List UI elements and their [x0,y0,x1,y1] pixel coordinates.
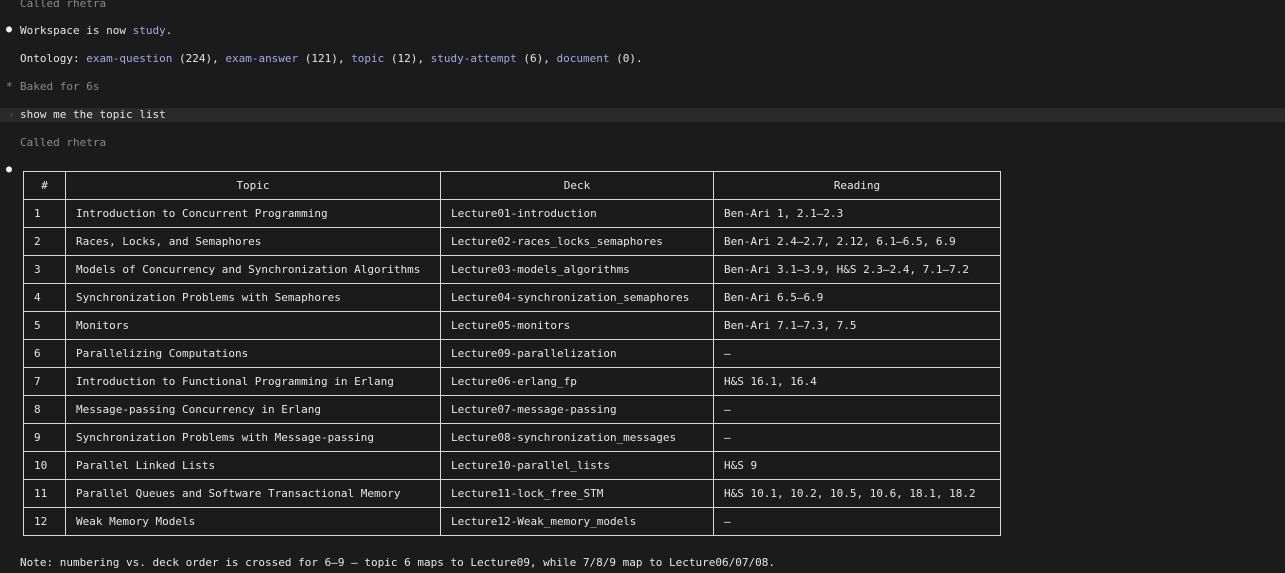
cell-topic: Monitors [66,312,441,340]
ontology-type-count: (12) [384,52,418,65]
table-row: 6 Parallelizing Computations Lecture09-par… [24,340,1000,368]
tool-call-status: Called rhetra [20,136,107,149]
ontology-separator: , [543,52,557,65]
ontology-separator: . [636,52,643,65]
ontology-separator: , [417,52,431,65]
workspace-link[interactable]: study [133,24,166,37]
table-row: 10 Parallel Linked Lists Lecture10-paralle… [24,452,1000,480]
workspace-message: Workspace is now study. [20,24,172,38]
table-row: 2 Races, Locks, and Semaphores Lecture02-r… [24,228,1000,256]
cell-topic: Synchronization Problems with Semaphores [66,284,441,312]
cell-deck: Lecture09-parallelization [441,340,714,368]
workspace-prefix: Workspace is now [20,24,133,37]
cell-deck: Lecture11-lock_free_STM [441,480,714,508]
cell-deck: Lecture06-erlang_fp [441,368,714,396]
table-row: 12 Weak Memory Models Lecture12-Weak_memor… [24,508,1000,535]
cell-number: 4 [24,284,66,312]
cell-topic: Message-passing Concurrency in Erlang [66,396,441,424]
table-row: 7 Introduction to Functional Programming … [24,368,1000,396]
table-row: 3 Models of Concurrency and Synchronizati… [24,256,1000,284]
cell-deck: Lecture05-monitors [441,312,714,340]
cell-number: 5 [24,312,66,340]
cell-topic: Introduction to Concurrent Programming [66,200,441,228]
cell-deck: Lecture04-synchronization_semaphores [441,284,714,312]
table-row: 4 Synchronization Problems with Semaphore… [24,284,1000,312]
cell-reading: H&S 10.1, 10.2, 10.5, 10.6, 18.1, 18.2 [714,480,1000,508]
ontology-type-count: (224) [172,52,213,65]
cell-deck: Lecture10-parallel_lists [441,452,714,480]
table-row: 1 Introduction to Concurrent Programming L… [24,200,1000,228]
table-row: 9 Synchronization Problems with Message-p… [24,424,1000,452]
note-text: Note: numbering vs. deck order is crosse… [20,556,775,569]
workspace-suffix: . [165,24,173,37]
cell-reading: Ben-Ari 1, 2.1–2.3 [714,200,1000,228]
cell-reading: — [714,340,1000,368]
cell-reading: Ben-Ari 2.4–2.7, 2.12, 6.1–6.5, 6.9 [714,228,1000,256]
ontology-type-link[interactable]: topic [351,52,384,65]
ontology-separator: , [337,52,352,65]
cell-number: 3 [24,256,66,284]
column-header-number: # [24,172,66,200]
column-header-deck: Deck [441,172,714,200]
cell-deck: Lecture08-synchronization_messages [441,424,714,452]
cell-topic: Synchronization Problems with Message-pa… [66,424,441,452]
cell-reading: — [714,396,1000,424]
ontology-type-link[interactable]: study-attempt [431,52,517,65]
topic-table: # Topic Deck Reading 1 Introduction to Co… [23,171,1001,536]
column-header-topic: Topic [66,172,441,200]
ontology-list: exam-question (224), exam-answer (121), … [86,52,642,65]
cell-reading: Ben-Ari 3.1–3.9, H&S 2.3–2.4, 7.1–7.2 [714,256,1000,284]
cell-reading: H&S 16.1, 16.4 [714,368,1000,396]
cell-reading: H&S 9 [714,452,1000,480]
tool-call-status: Called rhetra [20,0,107,10]
table-row: 8 Message-passing Concurrency in Erlang Le… [24,396,1000,424]
user-prompt: show me the topic list [20,108,166,121]
cell-number: 12 [24,508,66,535]
column-header-reading: Reading [714,172,1000,200]
ontology-message: Ontology: exam-question (224), exam-answ… [20,52,643,66]
cell-deck: Lecture02-races_locks_semaphores [441,228,714,256]
table-row: 11 Parallel Queues and Software Transacti… [24,480,1000,508]
ontology-type-link[interactable]: exam-question [86,52,172,65]
asterisk-icon: * [6,80,13,93]
cell-topic: Parallel Linked Lists [66,452,441,480]
cell-number: 8 [24,396,66,424]
table-header-row: # Topic Deck Reading [24,172,1000,200]
table-row: 5 Monitors Lecture05-monitors Ben-Ari 7.1–7… [24,312,1000,340]
cell-deck: Lecture03-models_algorithms [441,256,714,284]
cell-number: 9 [24,424,66,452]
user-prompt-row [0,108,1285,122]
cell-deck: Lecture12-Weak_memory_models [441,508,714,535]
cell-reading: — [724,515,731,528]
cell-reading: — [714,424,1000,452]
ontology-type-link[interactable]: exam-answer [225,52,298,65]
ontology-type-count: (6) [516,52,544,65]
prompt-caret-icon: › [8,108,15,121]
cell-topic: Introduction to Functional Programming i… [66,368,441,396]
baked-status: Baked for 6s [20,80,100,93]
ontology-label: Ontology: [20,52,87,65]
message-bullet: ● [6,164,13,175]
cell-number: 10 [24,452,66,480]
cell-number: 7 [24,368,66,396]
cell-deck: Lecture07-message-passing [441,396,714,424]
cell-topic: Races, Locks, and Semaphores [66,228,441,256]
cell-reading: Ben-Ari 6.5–6.9 [714,284,1000,312]
ontology-type-link[interactable]: document [557,52,610,65]
cell-number: 2 [24,228,66,256]
ontology-type-count: (121) [298,52,338,65]
cell-topic: Models of Concurrency and Synchronizatio… [66,256,441,284]
cell-number: 1 [24,200,66,228]
ontology-type-count: (0) [609,52,637,65]
cell-reading: Ben-Ari 7.1–7.3, 7.5 [714,312,1000,340]
cell-number: 11 [24,480,66,508]
message-bullet: ● [6,24,13,35]
ontology-separator: , [212,52,226,65]
cell-topic: Parallel Queues and Software Transaction… [66,480,441,508]
cell-topic: Parallelizing Computations [66,340,441,368]
cell-deck: Lecture01-introduction [441,200,714,228]
cell-number: 6 [24,340,66,368]
cell-topic: Weak Memory Models [66,508,441,535]
